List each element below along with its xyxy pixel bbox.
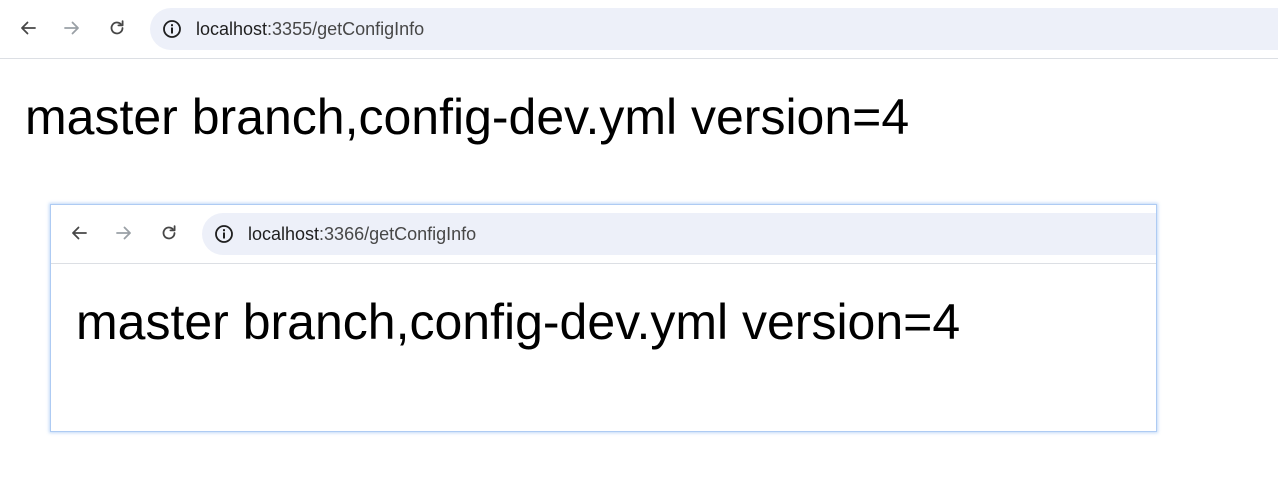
url-text[interactable]: localhost:3366/getConfigInfo xyxy=(248,213,476,255)
arrow-left-icon xyxy=(21,21,36,35)
reload-icon xyxy=(162,225,176,240)
reload-button[interactable] xyxy=(104,15,130,41)
url-path: :3366/getConfigInfo xyxy=(319,224,477,244)
arrow-left-icon xyxy=(72,226,87,240)
arrow-right-icon xyxy=(116,226,131,240)
url-path: :3355/getConfigInfo xyxy=(267,19,425,39)
address-bar[interactable]: localhost:3366/getConfigInfo xyxy=(202,213,1156,255)
address-bar[interactable]: localhost:3355/getConfigInfo xyxy=(150,8,1278,50)
reload-button[interactable] xyxy=(156,220,182,246)
url-host: localhost xyxy=(196,19,268,39)
forward-button[interactable] xyxy=(59,15,85,41)
url-host: localhost xyxy=(248,224,320,244)
url-text[interactable]: localhost:3355/getConfigInfo xyxy=(196,8,424,50)
page-body-text: master branch,config-dev.yml version=4 xyxy=(25,89,910,145)
page-body-text: master branch,config-dev.yml version=4 xyxy=(76,294,961,350)
outer-browser-toolbar: localhost:3355/getConfigInfo xyxy=(0,0,1278,59)
back-button[interactable] xyxy=(15,15,41,41)
info-circle-icon[interactable] xyxy=(162,19,182,39)
forward-button[interactable] xyxy=(111,220,137,246)
inner-browser-window: localhost:3366/getConfigInfo master bran… xyxy=(50,204,1157,432)
inner-browser-toolbar: localhost:3366/getConfigInfo xyxy=(51,205,1156,264)
reload-icon xyxy=(110,20,124,35)
info-circle-icon[interactable] xyxy=(214,224,234,244)
back-button[interactable] xyxy=(66,220,92,246)
arrow-right-icon xyxy=(64,21,79,35)
